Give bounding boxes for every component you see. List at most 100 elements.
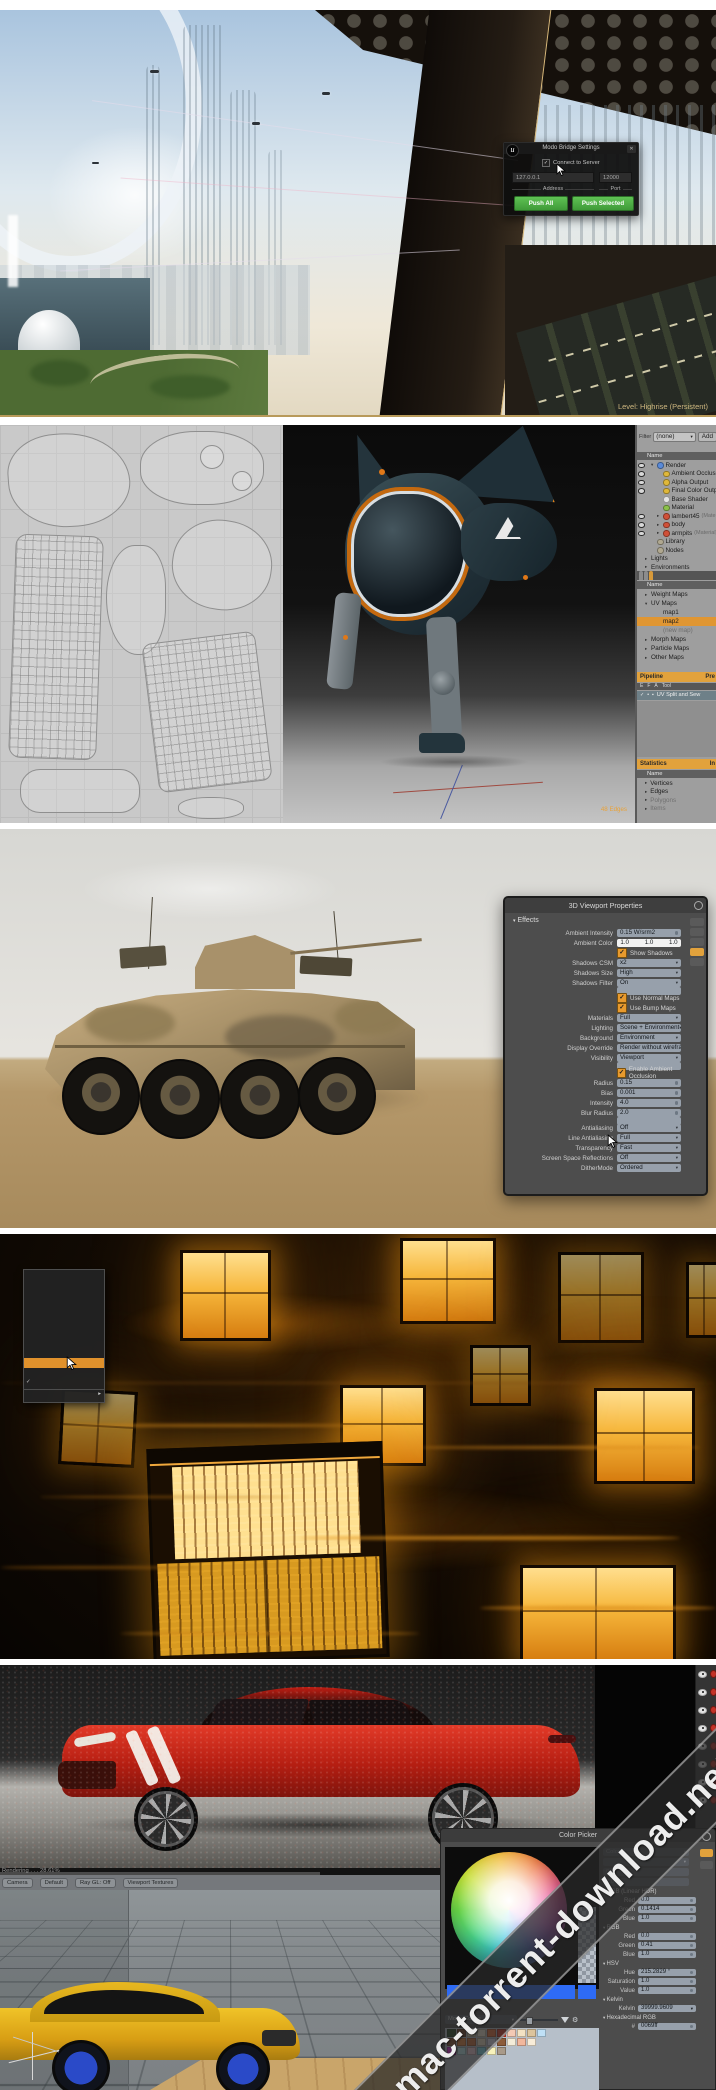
value-field[interactable]: 1.0 1.0 1.0 xyxy=(617,939,681,947)
shader-tree-row[interactable]: Library xyxy=(637,538,716,547)
shader-tree-row[interactable]: Ambient Occlusion xyxy=(637,470,716,479)
panel-tab[interactable] xyxy=(639,571,643,580)
shader-tree-row[interactable]: Base Shader xyxy=(637,495,716,504)
effects-section-label[interactable]: ▾ Effects xyxy=(513,917,539,924)
list-item[interactable]: map1 xyxy=(637,608,716,617)
shader-tree-row[interactable]: Material xyxy=(637,504,716,513)
statistics-row[interactable]: ▸ Polygons xyxy=(637,796,716,805)
menu-item[interactable] xyxy=(24,1368,104,1378)
side-tab[interactable] xyxy=(690,918,704,926)
menu-item[interactable] xyxy=(24,1339,104,1349)
value-field[interactable]: 0.0 xyxy=(638,1932,696,1941)
list-item[interactable]: Particle Maps xyxy=(637,644,716,653)
menu-item[interactable] xyxy=(24,1330,104,1340)
palette-slider[interactable] xyxy=(520,2016,558,2025)
section-header[interactable]: HSV xyxy=(603,1961,619,1967)
filter-dropdown[interactable]: (none) ▾ xyxy=(653,432,696,442)
side-tab[interactable] xyxy=(690,948,704,956)
value-field[interactable]: 0.41 xyxy=(638,1941,696,1950)
eye-icon[interactable] xyxy=(637,513,645,521)
add-button[interactable]: Add xyxy=(697,432,716,442)
value-field[interactable]: 1.0 xyxy=(638,1986,696,1995)
eye-icon[interactable] xyxy=(698,1706,707,1714)
eye-icon[interactable] xyxy=(637,487,645,495)
section-header[interactable]: Kelvin xyxy=(603,1997,623,2003)
eye-icon[interactable] xyxy=(637,479,645,487)
menu-item[interactable] xyxy=(24,1320,104,1330)
value-field[interactable]: 1.0 xyxy=(638,1977,696,1986)
pipeline-header[interactable]: Pipeline Pre xyxy=(637,672,716,682)
value-field[interactable]: 1.0 xyxy=(638,1914,696,1923)
push-all-button[interactable]: Push All xyxy=(514,196,568,211)
color-swatch[interactable] xyxy=(507,2038,516,2046)
value-field[interactable]: Fast xyxy=(617,1144,681,1152)
side-tab[interactable] xyxy=(690,928,704,936)
side-tab[interactable] xyxy=(690,938,704,946)
toolbar-button[interactable]: Viewport Textures xyxy=(122,1877,179,1888)
checkbox-icon[interactable]: ✓ xyxy=(617,948,627,958)
menu-item[interactable] xyxy=(24,1349,104,1359)
section-header[interactable]: Hexadecimal RGB xyxy=(603,2015,656,2021)
expand-arrow-icon[interactable]: ▸ xyxy=(645,780,647,786)
value-field[interactable]: 0.15 xyxy=(617,1079,681,1087)
uv-editor[interactable] xyxy=(0,425,283,823)
menu-item[interactable] xyxy=(24,1358,104,1368)
side-tab[interactable] xyxy=(700,1861,713,1869)
shader-tree-row[interactable]: lambert45(Material) xyxy=(637,512,716,521)
expand-arrow-icon[interactable]: ▸ xyxy=(645,789,647,795)
checkbox-icon[interactable]: ✓ xyxy=(617,1068,626,1078)
value-field[interactable]: 0.001 xyxy=(617,1089,681,1097)
value-field[interactable]: Off xyxy=(617,1124,681,1132)
toolbar-button[interactable]: Camera xyxy=(2,1877,33,1888)
side-tab[interactable] xyxy=(690,958,704,966)
value-field[interactable]: Scene + Environment xyxy=(617,1024,681,1032)
panel-title[interactable]: 3D Viewport Properties xyxy=(505,898,706,913)
value-field[interactable]: Off xyxy=(617,1154,681,1162)
eye-icon[interactable] xyxy=(637,470,645,478)
shader-tree-row[interactable]: Nodes xyxy=(637,546,716,555)
eye-icon[interactable] xyxy=(698,1688,707,1696)
connect-checkbox[interactable]: ✓ xyxy=(542,159,550,167)
shader-tree-row[interactable]: Final Color Output xyxy=(637,487,716,496)
filter-funnel-icon[interactable] xyxy=(561,2016,569,2023)
shader-tree-row[interactable]: Alpha Output xyxy=(637,478,716,487)
enabled-check-icon[interactable]: ✓ xyxy=(640,691,644,700)
shader-tree-row[interactable]: Lights xyxy=(637,555,716,564)
shader-tree-row[interactable]: armpits(Material) xyxy=(637,529,716,538)
toolbar-button[interactable]: Ray GL: Off xyxy=(75,1877,116,1888)
statistics-row[interactable]: ▸ Items xyxy=(637,805,716,814)
color-swatch[interactable] xyxy=(517,2029,526,2037)
shader-tree-row[interactable]: Render xyxy=(637,461,716,470)
value-field[interactable]: Environment xyxy=(617,1034,681,1042)
list-item[interactable]: UV Maps xyxy=(637,599,716,608)
value-field[interactable]: 4.0 xyxy=(617,1099,681,1107)
statistics-header[interactable]: Statistics In xyxy=(637,759,716,769)
menu-item[interactable] xyxy=(24,1272,104,1282)
color-swatch[interactable] xyxy=(497,2047,506,2055)
value-field[interactable]: 215.2829 ° xyxy=(638,1968,696,1977)
eye-icon[interactable] xyxy=(637,462,645,470)
eye-icon[interactable] xyxy=(637,530,645,538)
close-icon[interactable]: ✕ xyxy=(627,145,636,153)
value-field[interactable]: 39999.9609 xyxy=(638,2004,696,2013)
list-item[interactable]: Other Maps xyxy=(637,653,716,662)
port-input[interactable]: 12000 xyxy=(599,172,632,183)
eye-icon[interactable] xyxy=(637,521,645,529)
value-field[interactable]: 0.0 xyxy=(638,1896,696,1905)
eye-icon[interactable] xyxy=(698,1724,707,1732)
3d-viewport[interactable]: 48 Edges xyxy=(283,425,635,823)
expand-arrow-icon[interactable]: ▸ xyxy=(645,797,647,803)
address-input[interactable]: 127.0.0.1 xyxy=(512,172,594,183)
statistics-row[interactable]: ▸ Vertices xyxy=(637,779,716,788)
value-field[interactable]: Render without wireframe xyxy=(617,1044,681,1052)
menu-item[interactable] xyxy=(24,1301,104,1311)
value-field[interactable]: 0069ff xyxy=(638,2022,696,2031)
value-field[interactable]: Ordered xyxy=(617,1164,681,1172)
statistics-row[interactable]: ▸ Edges xyxy=(637,788,716,797)
color-swatch[interactable] xyxy=(517,2038,526,2046)
menu-item[interactable] xyxy=(24,1389,104,1400)
value-field[interactable]: 1.0 xyxy=(638,1950,696,1959)
menu-item[interactable] xyxy=(24,1378,104,1388)
menu-item[interactable] xyxy=(24,1282,104,1292)
menu-item[interactable] xyxy=(24,1291,104,1301)
